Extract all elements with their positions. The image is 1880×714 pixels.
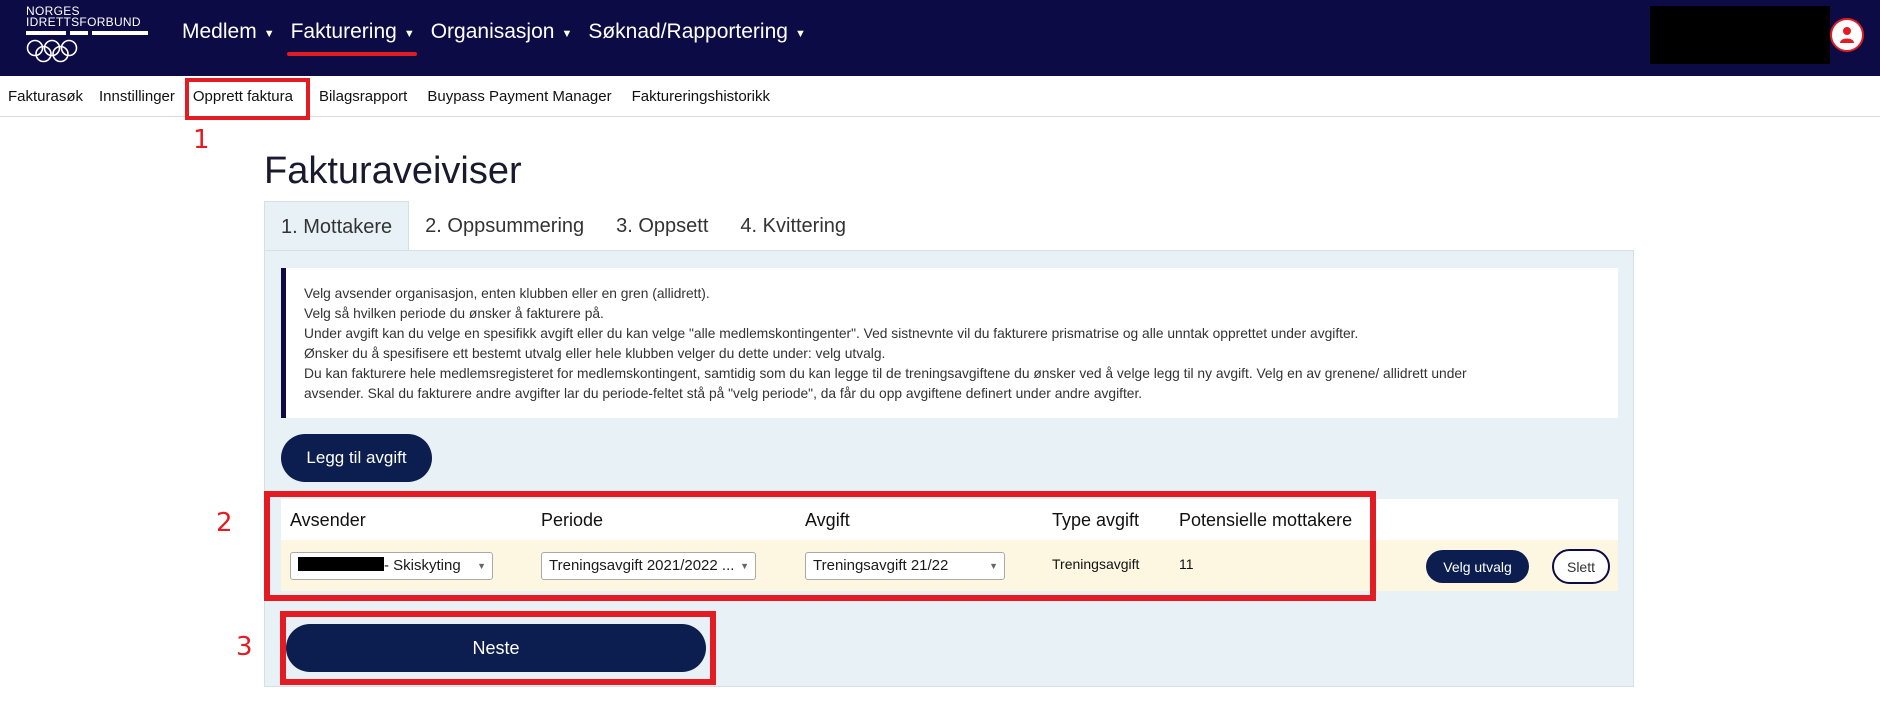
tab-oppsummering[interactable]: 2. Oppsummering <box>409 201 600 252</box>
user-profile-button[interactable] <box>1830 18 1864 52</box>
info-line: Velg så hvilken periode du ønsker å fakt… <box>304 306 604 321</box>
nav-medlem-label: Medlem <box>182 20 257 43</box>
add-fee-button[interactable]: Legg til avgift <box>281 434 432 482</box>
nav-fakturering-label: Fakturering <box>290 20 397 43</box>
nav-organisasjon[interactable]: Organisasjon ▼ <box>431 20 573 44</box>
step-label-1: 1 <box>193 125 210 155</box>
nav-organisasjon-label: Organisasjon <box>430 20 555 43</box>
info-line: Under avgift kan du velge en spesifikk a… <box>304 326 1359 341</box>
caret-down-icon: ▼ <box>263 27 275 40</box>
user-icon <box>1840 27 1854 43</box>
info-line: Ønsker du å spesifisere ett bestemt utva… <box>304 346 886 361</box>
subnav-fakturasok[interactable]: Fakturasøk <box>0 88 91 105</box>
redacted-area <box>1650 6 1830 64</box>
nif-logo[interactable]: NORGES IDRETTSFORBUND <box>26 5 150 64</box>
tab-kvittering[interactable]: 4. Kvittering <box>724 201 862 252</box>
step-label-3: 3 <box>236 632 253 662</box>
nav-fakturering[interactable]: Fakturering ▼ <box>286 20 417 56</box>
select-group-button[interactable]: Velg utvalg <box>1426 550 1529 583</box>
olympic-rings-icon <box>26 39 78 63</box>
tab-oppsett[interactable]: 3. Oppsett <box>600 201 724 252</box>
subnav-bilagsrapport[interactable]: Bilagsrapport <box>301 88 415 105</box>
logo-line2: IDRETTSFORBUND <box>26 15 141 29</box>
info-line: Du kan fakturere hele medlemsregisteret … <box>304 366 1467 381</box>
wizard-tabs: 1. Mottakere 2. Oppsummering 3. Oppsett … <box>264 201 862 252</box>
info-line: avsender. Skal du fakturere andre avgift… <box>304 386 1143 401</box>
info-line: Velg avsender organisasjon, enten klubbe… <box>304 286 710 301</box>
page-title: Fakturaveiviser <box>264 150 522 192</box>
subnav-buypass[interactable]: Buypass Payment Manager <box>415 88 619 105</box>
info-box: Velg avsender organisasjon, enten klubbe… <box>281 268 1618 418</box>
highlight-box-2 <box>264 491 1376 601</box>
nav-medlem[interactable]: Medlem ▼ <box>182 20 275 44</box>
caret-down-icon: ▼ <box>794 27 806 40</box>
logo-bars <box>26 31 148 35</box>
subnav-innstillinger[interactable]: Innstillinger <box>91 88 183 105</box>
tab-mottakere[interactable]: 1. Mottakere <box>264 201 410 252</box>
nav-soknad-label: Søknad/Rapportering <box>588 20 788 43</box>
highlight-box-3 <box>280 611 716 685</box>
subnav-faktureringshistorikk[interactable]: Faktureringshistorikk <box>620 88 778 105</box>
caret-down-icon: ▼ <box>561 27 573 40</box>
delete-button[interactable]: Slett <box>1552 549 1610 584</box>
main-menu: Medlem ▼ Fakturering ▼ Organisasjon ▼ Søkna… <box>182 20 822 56</box>
step-label-2: 2 <box>216 508 233 538</box>
top-navbar: NORGES IDRETTSFORBUND Medlem ▼ Fakturerin… <box>0 0 1880 76</box>
nav-soknad-rapportering[interactable]: Søknad/Rapportering ▼ <box>588 20 806 44</box>
caret-down-icon: ▼ <box>403 27 415 40</box>
highlight-box-1 <box>185 78 310 120</box>
